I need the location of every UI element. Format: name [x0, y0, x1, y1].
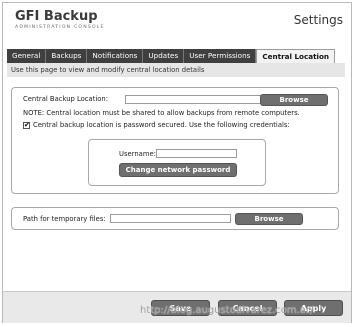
tab-updates[interactable]: Updates [143, 49, 185, 63]
gfi-backup-logo: GFI Backup ADMINISTRATION CONSOLE [15, 9, 105, 31]
tab-backups[interactable]: Backups [46, 49, 88, 63]
temp-path-input[interactable] [110, 214, 231, 223]
tab-general[interactable]: General [7, 49, 47, 63]
logo-main-text: GFI Backup [15, 9, 98, 24]
tab-user-permissions[interactable]: User Permissions [184, 49, 257, 63]
tab-central-location[interactable]: Central Location [256, 49, 336, 63]
username-label: Username: [119, 150, 156, 158]
change-network-password-button[interactable]: Change network password [119, 163, 237, 177]
settings-window: GFI Backup ADMINISTRATION CONSOLE Settin… [2, 2, 352, 323]
temp-path-label: Path for temporary files: [23, 215, 106, 223]
logo-subtitle: ADMINISTRATION CONSOLE [15, 25, 105, 30]
central-location-input[interactable] [125, 95, 265, 104]
central-location-label: Central Backup Location: [23, 95, 109, 103]
settings-tabs: General Backups Notifications Updates Us… [7, 49, 336, 63]
password-secured-checkbox[interactable]: ✔ [23, 122, 30, 129]
credentials-panel: Username: Change network password [88, 139, 266, 186]
username-input[interactable] [156, 149, 237, 158]
blog-watermark: http://blog.augustoalvarez.com.ar/ [140, 305, 314, 316]
header: GFI Backup ADMINISTRATION CONSOLE Settin… [3, 3, 351, 47]
central-location-panel: Central Backup Location: Browse NOTE: Ce… [11, 87, 339, 194]
page-title: Settings [293, 13, 343, 27]
info-text: Use this page to view and modify central… [7, 63, 345, 77]
temp-files-panel: Path for temporary files: Browse [11, 207, 339, 230]
temp-browse-button[interactable]: Browse [235, 213, 303, 225]
share-note: NOTE: Central location must be shared to… [23, 109, 300, 117]
tab-notifications[interactable]: Notifications [87, 49, 144, 63]
password-secured-label: Central backup location is password secu… [33, 121, 290, 129]
central-browse-button[interactable]: Browse [260, 94, 328, 106]
